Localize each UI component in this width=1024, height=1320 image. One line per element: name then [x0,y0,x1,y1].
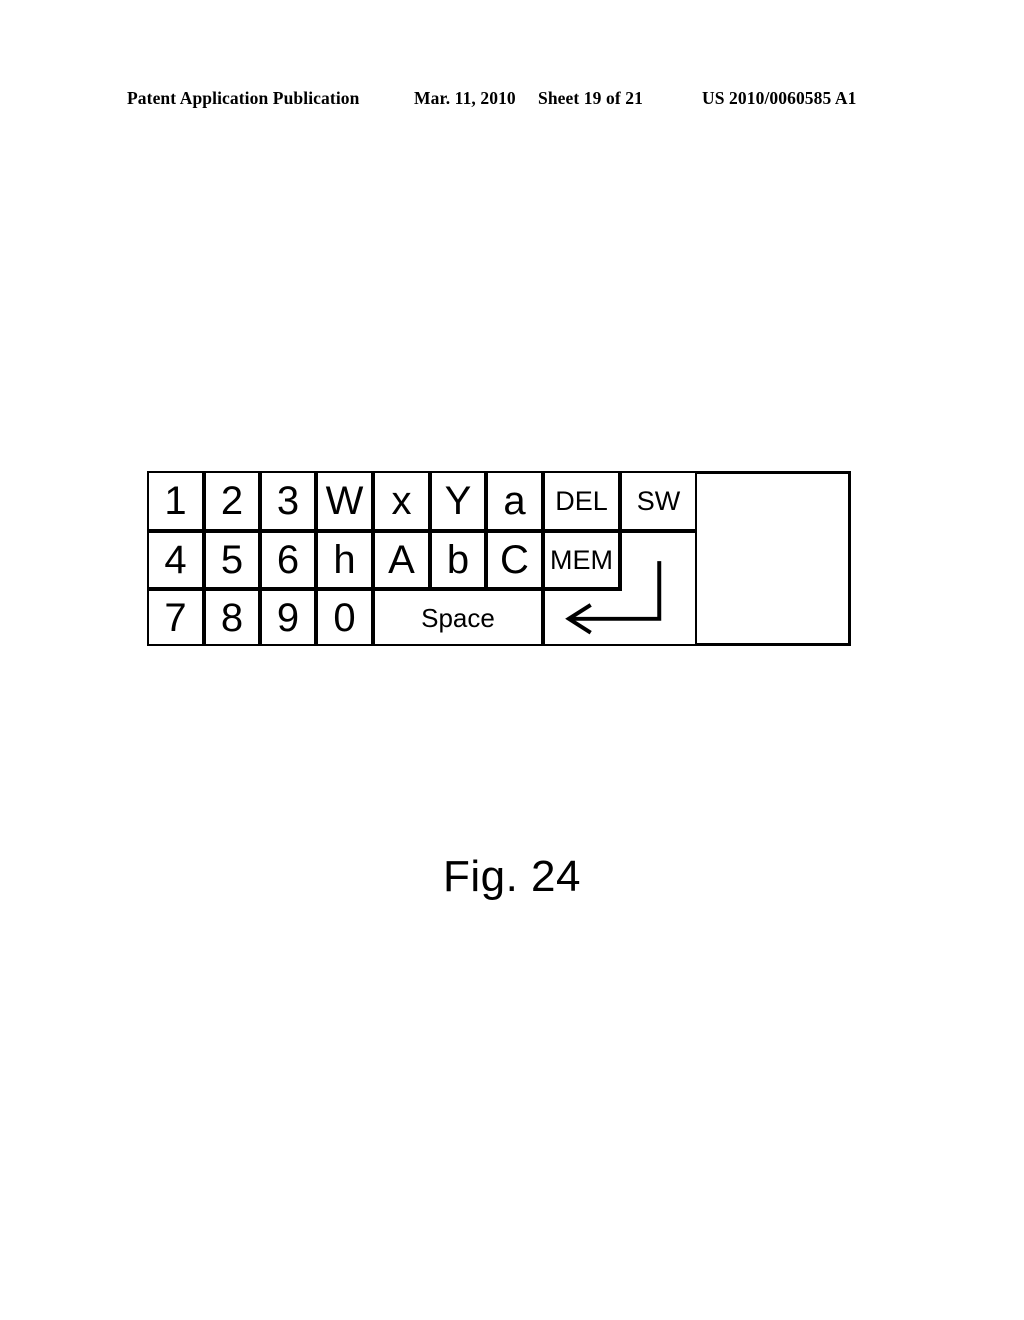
publication-label: Patent Application Publication [127,88,360,108]
key-6[interactable]: 6 [260,531,316,589]
key-label: a [503,479,526,523]
key-label: Y [444,479,472,523]
key-label: 8 [220,595,244,640]
key-label: MEM [550,544,613,575]
enter-key-lower-limb[interactable] [543,589,697,646]
sheet-number: Sheet 19 of 21 [538,88,643,108]
publication-date: Mar. 11, 2010 [414,88,516,108]
key-label: 2 [220,479,244,523]
figure-caption: Fig. 24 [442,852,581,901]
key-mem[interactable]: MEM [543,531,620,589]
key-7[interactable]: 7 [147,589,204,646]
key-label: Space [421,602,495,633]
key-label: A [388,538,415,582]
key-w[interactable]: W [316,471,373,531]
key-c[interactable]: C [486,531,543,589]
key-del[interactable]: DEL [543,471,620,531]
patent-number: US 2010/0060585 A1 [702,88,857,108]
key-label: 9 [276,595,300,640]
enter-key-seam [622,588,695,592]
key-label: 1 [164,479,187,523]
key-label: W [325,479,364,523]
patent-page-header: Patent Application Publication Mar. 11, … [0,88,1024,114]
key-label: SW [636,485,681,516]
key-a[interactable]: A [373,531,430,589]
key-sw[interactable]: SW [620,471,697,531]
key-label: 7 [164,595,187,640]
key-1[interactable]: 1 [147,471,204,531]
enter-key-upper-limb[interactable] [620,531,697,591]
key-b[interactable]: b [430,531,486,589]
key-label: h [333,538,356,582]
key-label: 5 [220,538,244,582]
key-a[interactable]: a [486,471,543,531]
key-5[interactable]: 5 [204,531,260,589]
key-0[interactable]: 0 [316,589,373,646]
key-label: 0 [333,595,356,640]
key-label: C [500,538,529,582]
key-8[interactable]: 8 [204,589,260,646]
key-label: b [446,538,470,582]
key-y[interactable]: Y [430,471,486,531]
keyboard-figure: 1 2 3 Wx Ya DEL SW 4 5 6 h Ab C MEM 7 8 9 0 Space [147,471,851,646]
key-space[interactable]: Space [373,589,543,646]
key-label: x [391,479,412,523]
key-x[interactable]: x [373,471,430,531]
key-label: 4 [164,538,187,582]
key-label: 6 [276,538,300,582]
key-3[interactable]: 3 [260,471,316,531]
key-2[interactable]: 2 [204,471,260,531]
key-4[interactable]: 4 [147,531,204,589]
key-label: DEL [555,485,608,516]
key-h[interactable]: h [316,531,373,589]
key-label: 3 [276,479,300,523]
key-9[interactable]: 9 [260,589,316,646]
